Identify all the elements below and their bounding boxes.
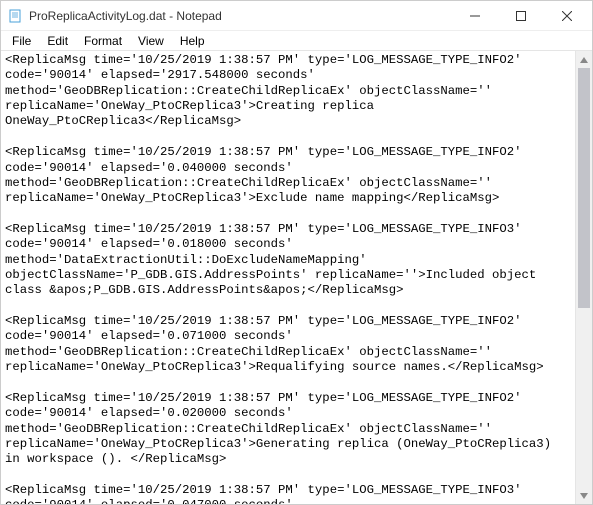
minimize-button[interactable]	[452, 1, 498, 31]
scroll-thumb[interactable]	[578, 68, 590, 308]
editor-area: <ReplicaMsg time='10/25/2019 1:38:57 PM'…	[1, 51, 592, 504]
menu-format[interactable]: Format	[77, 32, 129, 50]
menubar: File Edit Format View Help	[1, 31, 592, 51]
window-controls	[452, 1, 590, 31]
text-content[interactable]: <ReplicaMsg time='10/25/2019 1:38:57 PM'…	[1, 51, 575, 504]
menu-file[interactable]: File	[5, 32, 38, 50]
scroll-up-button[interactable]	[576, 51, 592, 68]
menu-view[interactable]: View	[131, 32, 171, 50]
window-title: ProReplicaActivityLog.dat - Notepad	[29, 9, 452, 23]
menu-edit[interactable]: Edit	[40, 32, 75, 50]
scroll-down-button[interactable]	[576, 487, 592, 504]
vertical-scrollbar[interactable]	[575, 51, 592, 504]
menu-help[interactable]: Help	[173, 32, 212, 50]
close-button[interactable]	[544, 1, 590, 31]
scroll-track[interactable]	[576, 68, 592, 487]
titlebar: ProReplicaActivityLog.dat - Notepad	[1, 1, 592, 31]
maximize-button[interactable]	[498, 1, 544, 31]
notepad-icon	[7, 8, 23, 24]
